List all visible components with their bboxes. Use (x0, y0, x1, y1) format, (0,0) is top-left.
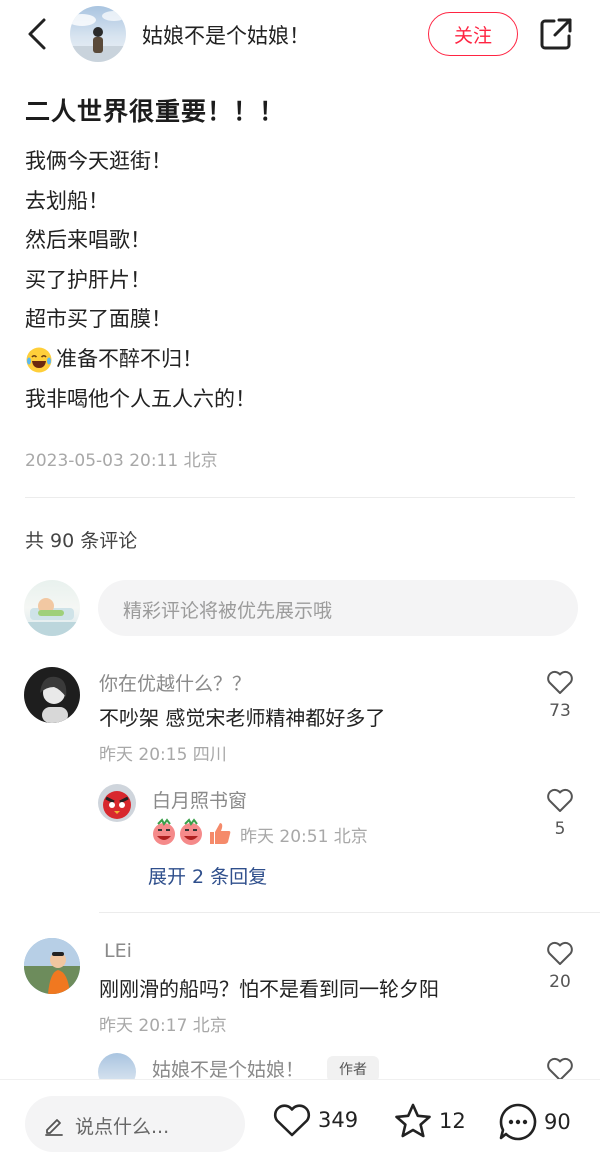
comment-input[interactable]: 精彩评论将被优先展示哦 (98, 580, 578, 636)
comment-count: 共 90 条评论 (25, 530, 138, 552)
collect-button[interactable]: 12 (393, 1102, 466, 1140)
post-body: 我俩今天逛街！ 去划船！ 然后来唱歌！ 买了护肝片！ 超市买了面膜！ 准备不醉不… (25, 142, 575, 419)
divider (99, 912, 600, 913)
star-icon (395, 1103, 431, 1138)
heart-icon (547, 941, 573, 965)
reply-meta: 昨天 20:51 北京 (240, 827, 368, 847)
heart-icon (547, 670, 573, 694)
pig-sticker-icon (180, 818, 202, 845)
reply-username[interactable]: 姑娘不是个姑娘！ (152, 1055, 304, 1082)
post-line: 超市买了面膜！ (25, 307, 172, 332)
follow-button[interactable]: 关注 (428, 12, 518, 56)
reply-like-count: 5 (554, 819, 566, 839)
post-title: 二人世界很重要！！！ (25, 97, 286, 126)
back-icon[interactable] (18, 14, 58, 54)
comment-username[interactable]: LEi (104, 940, 132, 962)
comment-meta: 昨天 20:15 四川 (99, 745, 227, 765)
heart-icon (547, 788, 573, 812)
comment-bubble-icon (499, 1103, 537, 1141)
comment-text: 不吵架 感觉宋老师精神都好多了 (99, 706, 386, 730)
share-icon[interactable] (536, 14, 576, 54)
author-avatar[interactable] (70, 6, 126, 62)
say-something-placeholder: 说点什么... (75, 1116, 170, 1138)
heart-icon (273, 1104, 311, 1137)
reply-avatar[interactable] (98, 784, 136, 822)
like-count: 349 (318, 1108, 359, 1132)
post-line: 我俩今天逛街！ (25, 149, 172, 173)
laughing-emoji-icon (26, 347, 52, 373)
comment-text: 刚刚滑的船吗？怕不是看到同一轮夕阳 (99, 977, 439, 1001)
reply-stickers (150, 818, 234, 846)
comment-meta: 昨天 20:17 北京 (99, 1016, 227, 1036)
comment-button[interactable]: 90 (498, 1102, 571, 1142)
expand-replies-link[interactable]: 展开 2 条回复 (148, 862, 267, 889)
commenter-avatar[interactable] (24, 667, 80, 723)
comment-input-placeholder: 精彩评论将被优先展示哦 (123, 600, 333, 622)
divider (25, 497, 575, 498)
post-line-text: 准备不醉不归！ (56, 346, 203, 371)
comment-like-button[interactable]: 73 (538, 669, 582, 721)
bottom-action-bar: 说点什么... 349 12 90 (0, 1079, 600, 1161)
post-line: 我非喝他个人五人六的！ (25, 386, 256, 411)
author-name[interactable]: 姑娘不是个姑娘！ (142, 20, 310, 50)
comment-total: 90 (544, 1110, 571, 1134)
reply-username[interactable]: 白月照书窗 (152, 786, 247, 813)
post-line-emoji: 准备不醉不归！ (25, 340, 575, 380)
commenter-avatar[interactable] (24, 938, 80, 994)
post-line: 然后来唱歌！ (25, 228, 151, 253)
my-avatar (24, 580, 80, 636)
pencil-icon (45, 1119, 63, 1136)
top-nav-bar: 姑娘不是个姑娘！ 关注 (0, 0, 600, 70)
comment-like-count: 20 (549, 972, 571, 992)
post-line: 买了护肝片！ (25, 267, 151, 292)
comment-like-button[interactable]: 20 (538, 940, 582, 992)
say-something-input[interactable]: 说点什么... (25, 1096, 245, 1152)
post-date-location: 2023-05-03 20:11 北京 (25, 451, 218, 471)
comment-like-count: 73 (549, 701, 571, 721)
collect-count: 12 (439, 1109, 466, 1133)
thumbs-up-icon (210, 823, 231, 844)
post-line: 去划船！ (25, 188, 109, 213)
reply-like-button[interactable]: 5 (538, 787, 582, 839)
like-post-button[interactable]: 349 (272, 1102, 358, 1138)
pig-sticker-icon (153, 818, 175, 845)
comment-username[interactable]: 你在优越什么？？ (99, 669, 251, 696)
